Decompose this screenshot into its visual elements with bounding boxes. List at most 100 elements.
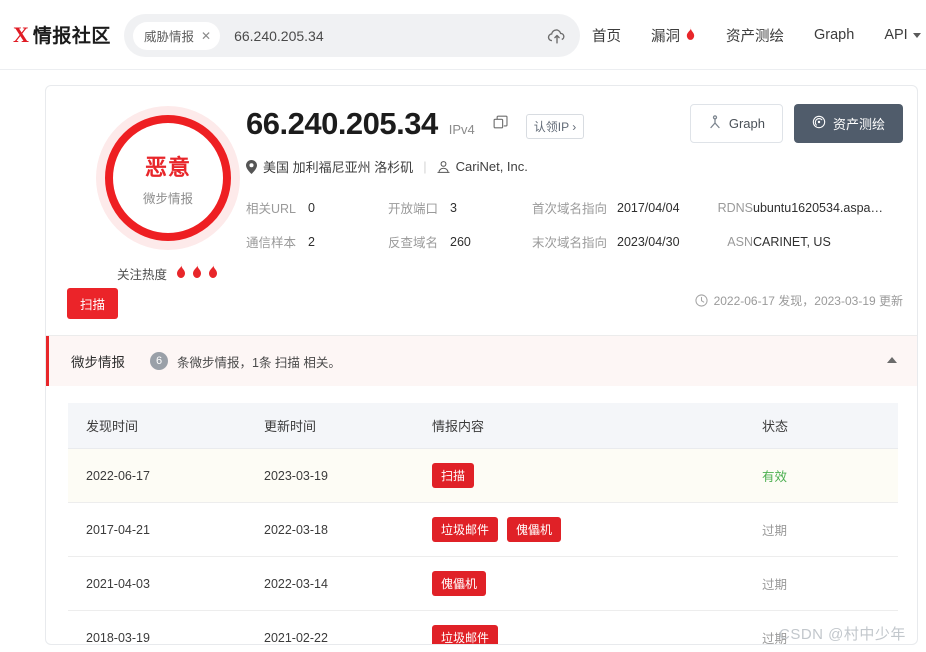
ip-version-label: IPv4	[448, 122, 475, 137]
asset-mapping-label: 资产测绘	[832, 117, 885, 132]
cloud-upload-icon[interactable]	[534, 14, 580, 57]
nav-item-asset-mapping[interactable]: 资产测绘	[726, 25, 784, 46]
column-header-content: 情报内容	[414, 403, 744, 449]
scan-tag-button[interactable]: 扫描	[67, 288, 119, 319]
nav-label: 首页	[592, 28, 621, 45]
nav-label: API	[884, 27, 908, 43]
table-row[interactable]: 2018-03-19 2021-02-22 垃圾邮件 过期	[68, 610, 898, 644]
claim-ip-button[interactable]: 认领IP ›	[525, 114, 585, 139]
meta-value: 260	[450, 234, 471, 249]
status-badge: 过期	[762, 524, 788, 538]
flame-icon	[175, 264, 187, 283]
flame-icon	[191, 264, 203, 283]
heat-label: 关注热度	[116, 268, 167, 282]
meta-grid: 相关URL 0 开放端口 3 首次域名指向 2017/04/04 RDNS ub…	[246, 198, 894, 251]
cell-intel-content: 扫描	[414, 448, 744, 503]
brand-name: 情报社区	[32, 26, 111, 47]
flame-icon	[207, 264, 219, 283]
nav-label: 资产测绘	[726, 28, 784, 45]
cell-found-time: 2018-03-19	[68, 610, 246, 644]
heat-row: 关注热度	[73, 264, 263, 283]
status-badge: 有效	[762, 470, 788, 484]
cell-found-time: 2017-04-21	[68, 502, 246, 557]
column-header-updated: 更新时间	[246, 403, 414, 449]
cell-updated-time: 2022-03-14	[246, 556, 414, 611]
org-icon	[437, 160, 450, 174]
table-row[interactable]: 2022-06-17 2023-03-19 扫描 有效	[68, 448, 898, 503]
search-filter-label: 威胁情报	[144, 30, 195, 44]
nav-label: 漏洞	[651, 28, 680, 45]
nav-item-api[interactable]: API	[884, 27, 921, 43]
brand-logo[interactable]: X 情报社区	[13, 21, 111, 48]
asset-mapping-button[interactable]: 资产测绘	[793, 104, 903, 143]
chevron-down-icon	[912, 32, 921, 38]
cell-updated-time: 2022-03-18	[246, 502, 414, 557]
flame-icon	[685, 26, 696, 44]
graph-button[interactable]: Graph	[689, 104, 783, 143]
ip-location: 美国 加利福尼亚州 洛杉矶	[263, 160, 414, 175]
meta-value: 3	[450, 200, 457, 215]
cell-updated-time: 2021-02-22	[246, 610, 414, 644]
copy-icon[interactable]	[493, 115, 510, 137]
table-row[interactable]: 2017-04-21 2022-03-18 垃圾邮件 傀儡机 过期	[68, 502, 898, 557]
status-badge: 过期	[762, 578, 788, 592]
meta-key: 通信样本	[246, 236, 297, 250]
meta-key: RDNS	[717, 200, 753, 215]
status-badge: 6	[150, 352, 168, 370]
divider: |	[423, 159, 427, 174]
nav-item-home[interactable]: 首页	[592, 25, 621, 46]
table-body: 2022-06-17 2023-03-19 扫描 有效 2017-04-21 2022-0…	[68, 448, 898, 644]
card-actions: Graph 资产测绘	[689, 104, 903, 143]
nav-label: Graph	[814, 27, 855, 43]
intel-section-header[interactable]: 微步情报 6 条微步情报，1条 扫描 相关。	[46, 336, 917, 386]
table-header-row: 发现时间 更新时间 情报内容 状态	[68, 403, 898, 449]
meta-value: ubuntu1620534.aspadmi...	[753, 200, 883, 215]
page-root: X 情报社区 威胁情报 ✕ 首页 漏洞	[0, 0, 926, 652]
location-pin-icon	[246, 159, 257, 174]
timestamp-text: 2022-06-17 发现，2023-03-19 更新	[713, 294, 903, 308]
intel-tag: 傀儡机	[507, 517, 562, 542]
chevron-up-icon[interactable]	[887, 357, 897, 363]
nav-item-vulnerability[interactable]: 漏洞	[651, 25, 696, 46]
table-row[interactable]: 2021-04-03 2022-03-14 傀儡机 过期	[68, 556, 898, 611]
search-input[interactable]	[234, 27, 534, 44]
meta-value: 2017/04/04	[617, 200, 680, 215]
ip-header: 66.240.205.34 IPv4 认领IP › 美国 加利福尼亚州 洛杉矶 …	[246, 106, 585, 176]
verdict-panel: 恶意 微步情报 关注热度	[73, 106, 263, 283]
meta-key: 首次域名指向	[532, 202, 608, 216]
cell-intel-content: 垃圾邮件 傀儡机	[414, 502, 744, 557]
meta-key: 末次域名指向	[532, 236, 608, 250]
cell-intel-content: 垃圾邮件	[414, 610, 744, 644]
verdict-badge: 恶意 微步情报	[96, 106, 240, 250]
cell-found-time: 2021-04-03	[68, 556, 246, 611]
nav-item-graph[interactable]: Graph	[814, 27, 854, 43]
graph-node-icon	[708, 115, 722, 132]
column-header-status: 状态	[744, 403, 898, 449]
cell-status: 过期	[744, 556, 898, 611]
verdict-source: 微步情报	[142, 191, 193, 206]
meta-key: 反查域名	[388, 236, 439, 250]
section-title: 微步情报	[71, 355, 125, 370]
ip-detail-card: 恶意 微步情报 关注热度 66.240.205.34 IPv4 认领IP › 美…	[45, 85, 918, 645]
section-description: 条微步情报，1条 扫描 相关。	[177, 355, 341, 370]
meta-value: CARINET, US	[753, 234, 831, 249]
verdict-label: 恶意	[144, 154, 191, 180]
graph-button-label: Graph	[728, 116, 765, 131]
cell-status: 有效	[744, 448, 898, 503]
search-bar[interactable]: 威胁情报 ✕	[124, 14, 580, 57]
cell-status: 过期	[744, 502, 898, 557]
meta-value: 2023/04/30	[617, 234, 680, 249]
timestamp: 2022-06-17 发现，2023-03-19 更新	[694, 292, 903, 309]
radar-icon	[812, 115, 826, 132]
meta-key: 相关URL	[246, 202, 297, 216]
site-header: X 情报社区 威胁情报 ✕ 首页 漏洞	[0, 0, 926, 70]
clock-icon	[694, 294, 708, 307]
intel-tag: 垃圾邮件	[432, 625, 499, 644]
meta-key: ASN	[727, 234, 753, 249]
cell-status: 过期	[744, 610, 898, 644]
search-filter-tag[interactable]: 威胁情报 ✕	[133, 21, 221, 50]
brand-mark-icon: X	[13, 21, 29, 47]
ip-organization: CariNet, Inc.	[455, 159, 528, 174]
close-icon[interactable]: ✕	[201, 30, 211, 42]
intel-table: 发现时间 更新时间 情报内容 状态 2022-06-17 2023-03-19 扫描…	[68, 403, 898, 644]
